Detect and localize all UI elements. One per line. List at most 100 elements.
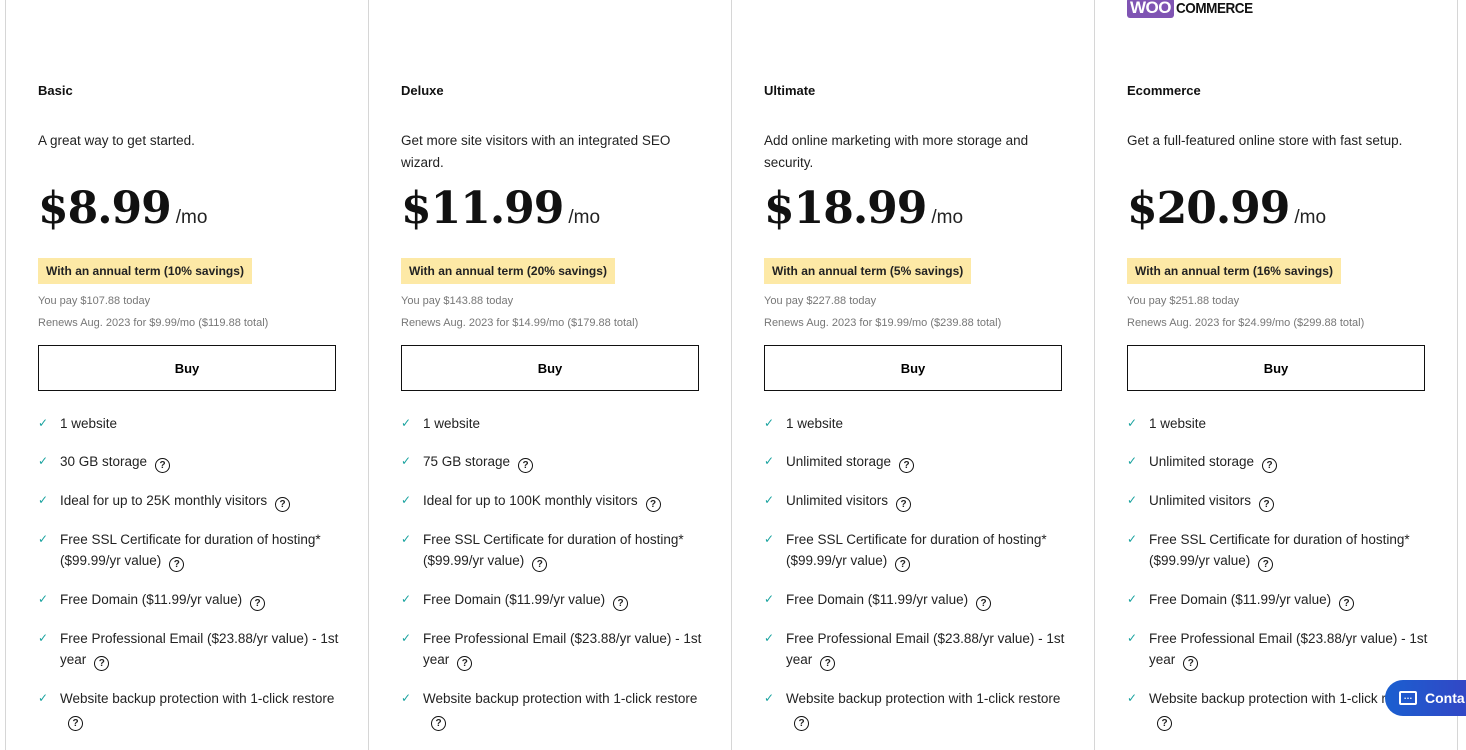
help-icon[interactable]: ? [1259, 497, 1275, 512]
feature-item: ✓ Free SSL Certificate for duration of ho… [1127, 529, 1437, 572]
help-icon[interactable]: ? [250, 596, 266, 611]
help-icon[interactable]: ? [895, 557, 911, 572]
plan-title: Ecommerce [1127, 83, 1201, 98]
help-icon[interactable]: ? [794, 716, 809, 731]
contact-button[interactable]: … Conta [1385, 680, 1466, 716]
help-icon[interactable]: ? [1183, 656, 1199, 671]
help-icon[interactable]: ? [896, 497, 912, 512]
price-amount: $18.99 [764, 183, 927, 234]
plan-price: $11.99/mo [401, 183, 600, 234]
feature-list: ✓ 1 website ✓ Unlimited storage? ✓ Unlimited … [764, 413, 1074, 748]
renewal-text: Renews Aug. 2023 for $24.99/mo ($299.88 … [1127, 317, 1365, 329]
buy-button[interactable]: Buy [38, 345, 336, 391]
check-icon: ✓ [38, 454, 49, 468]
help-icon[interactable]: ? [532, 557, 548, 572]
feature-text: Unlimited visitors [786, 493, 889, 508]
check-icon: ✓ [764, 416, 775, 430]
feature-item: ✓ Free SSL Certificate for duration of ho… [401, 529, 711, 572]
check-icon: ✓ [38, 416, 49, 430]
feature-item: ✓ Free Professional Email ($23.88/yr valu… [38, 628, 348, 671]
price-amount: $11.99 [401, 183, 564, 234]
help-icon[interactable]: ? [820, 656, 836, 671]
feature-text: Ideal for up to 100K monthly visitors [423, 493, 638, 508]
price-period: /mo [568, 207, 601, 228]
check-icon: ✓ [1127, 532, 1138, 546]
plan-card-deluxe: Deluxe Get more site visitors with an in… [368, 0, 731, 750]
check-icon: ✓ [401, 532, 412, 546]
check-icon: ✓ [401, 493, 412, 507]
buy-button[interactable]: Buy [1127, 345, 1425, 391]
help-icon[interactable]: ? [1339, 596, 1355, 611]
feature-text: Free SSL Certificate for duration of hos… [786, 532, 1047, 568]
feature-text: 1 website [1149, 416, 1207, 431]
renewal-text: Renews Aug. 2023 for $14.99/mo ($179.88 … [401, 317, 639, 329]
check-icon: ✓ [401, 416, 412, 430]
help-icon[interactable]: ? [645, 497, 661, 512]
help-icon[interactable]: ? [457, 656, 473, 671]
feature-item: ✓ Ideal for up to 100K monthly visitors? [401, 490, 711, 512]
check-icon: ✓ [38, 631, 49, 645]
price-amount: $8.99 [38, 183, 172, 234]
help-icon[interactable]: ? [275, 497, 291, 512]
feature-item: ✓ Website backup protection with 1-click … [764, 688, 1074, 731]
feature-text: Free SSL Certificate for duration of hos… [60, 532, 321, 568]
buy-button[interactable]: Buy [401, 345, 699, 391]
feature-text: 1 website [423, 416, 481, 431]
pay-today-text: You pay $251.88 today [1127, 295, 1240, 307]
feature-text: Website backup protection with 1-click r… [423, 691, 698, 706]
pricing-cards: Basic A great way to get started. $8.99/… [5, 0, 1458, 750]
check-icon: ✓ [1127, 592, 1138, 606]
help-icon[interactable]: ? [94, 656, 110, 671]
help-icon[interactable]: ? [1157, 716, 1172, 731]
check-icon: ✓ [1127, 416, 1138, 430]
plan-title: Deluxe [401, 83, 444, 98]
check-icon: ✓ [764, 454, 775, 468]
feature-text: 75 GB storage [423, 454, 511, 469]
buy-button[interactable]: Buy [764, 345, 1062, 391]
check-icon: ✓ [764, 631, 775, 645]
check-icon: ✓ [38, 691, 49, 705]
check-icon: ✓ [764, 592, 775, 606]
plan-card-basic: Basic A great way to get started. $8.99/… [5, 0, 368, 750]
feature-text: Free Domain ($11.99/yr value) [423, 592, 606, 607]
feature-text: 1 website [786, 416, 844, 431]
feature-text: Website backup protection with 1-click r… [60, 691, 335, 706]
plan-description: Add online marketing with more storage a… [764, 133, 1029, 170]
plan-card-ecommerce: WOO COMMERCE Ecommerce Get a full-featured… [1094, 0, 1458, 750]
feature-item: ✓ Free Domain ($11.99/yr value)? [401, 589, 711, 611]
savings-badge: With an annual term (16% savings) [1127, 258, 1341, 284]
help-icon[interactable]: ? [976, 596, 992, 611]
plan-title: Ultimate [764, 83, 816, 98]
feature-item: ✓ 1 website [401, 413, 711, 434]
feature-item: ✓ 1 website [1127, 413, 1437, 434]
check-icon: ✓ [38, 532, 49, 546]
help-icon[interactable]: ? [613, 596, 629, 611]
feature-item: ✓ Free Domain ($11.99/yr value)? [1127, 589, 1437, 611]
contact-label: Conta [1425, 690, 1465, 706]
pay-today-text: You pay $107.88 today [38, 295, 151, 307]
feature-text: 30 GB storage [60, 454, 148, 469]
renewal-text: Renews Aug. 2023 for $9.99/mo ($119.88 t… [38, 317, 269, 329]
help-icon[interactable]: ? [169, 557, 185, 572]
feature-item: ✓ 1 website [764, 413, 1074, 434]
help-icon[interactable]: ? [68, 716, 83, 731]
help-icon[interactable]: ? [1262, 458, 1278, 473]
savings-badge: With an annual term (10% savings) [38, 258, 252, 284]
help-icon[interactable]: ? [431, 716, 446, 731]
feature-text: Free SSL Certificate for duration of hos… [423, 532, 684, 568]
feature-item: ✓ Website backup protection with 1-click … [38, 688, 348, 731]
feature-item: ✓ Free Domain ($11.99/yr value)? [764, 589, 1074, 611]
help-icon[interactable]: ? [518, 458, 534, 473]
feature-item: ✓ Free Professional Email ($23.88/yr valu… [401, 628, 711, 671]
plan-description: Get a full-featured online store with fa… [1127, 133, 1403, 148]
plan-description: A great way to get started. [38, 133, 195, 148]
price-period: /mo [931, 207, 964, 228]
help-icon[interactable]: ? [1258, 557, 1274, 572]
plan-card-ultimate: Ultimate Add online marketing with more … [731, 0, 1094, 750]
help-icon[interactable]: ? [155, 458, 171, 473]
check-icon: ✓ [1127, 454, 1138, 468]
help-icon[interactable]: ? [899, 458, 915, 473]
feature-text: Free Domain ($11.99/yr value) [60, 592, 243, 607]
feature-text: Free SSL Certificate for duration of hos… [1149, 532, 1410, 568]
check-icon: ✓ [764, 493, 775, 507]
